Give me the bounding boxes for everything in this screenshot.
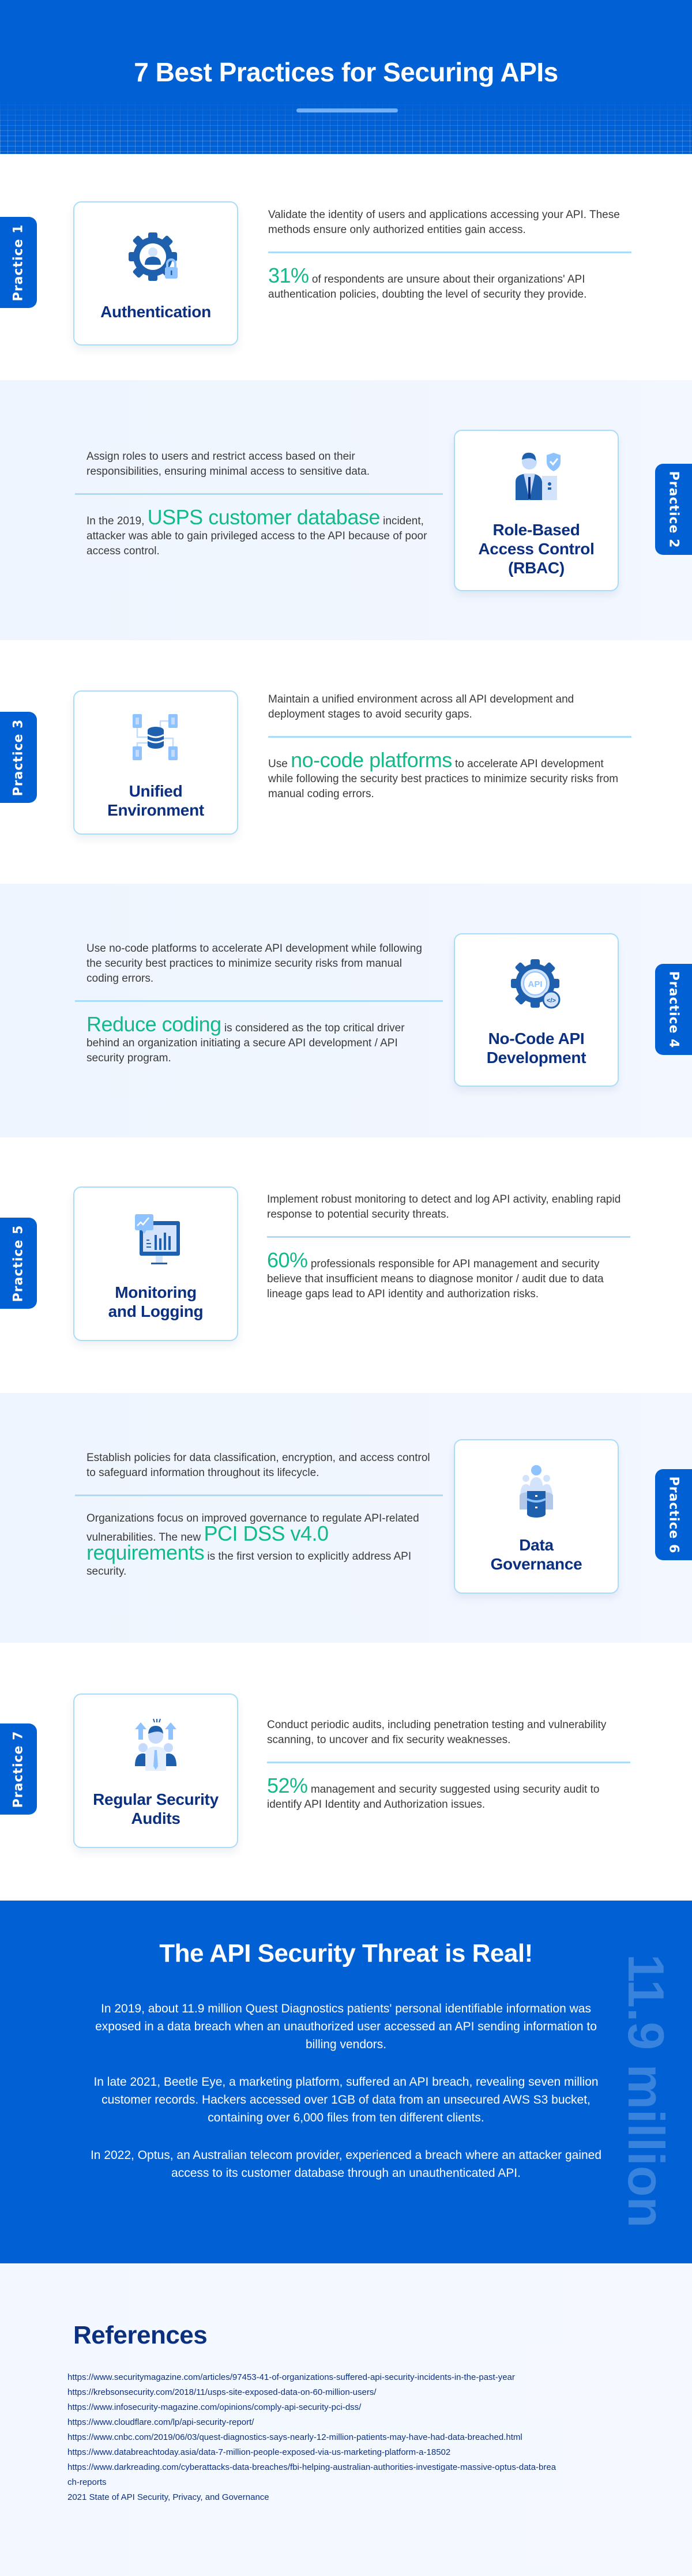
stat-highlight: 60% [267,1248,308,1272]
practice-tab-1: Practice 1 [0,217,37,308]
stat-highlight: USPS customer database [147,505,381,529]
reference-link[interactable]: https://www.infosecurity-magazine.com/op… [67,2400,558,2415]
perspective-grid-decoration [0,99,692,154]
gear-user-lock-icon [124,226,187,290]
practice-text: Validate the identity of users and appli… [268,208,631,302]
api-gear-code-icon: API </> [505,953,568,1016]
practice-stat: Organizations focus on improved governan… [86,1512,419,1578]
practice-tab-3: Practice 3 [0,712,37,803]
practice-title: Data Governance [490,1536,582,1573]
practice-section-5: Practice 5 Monitoring and Logging Implem… [0,1137,692,1393]
practice-description: Maintain a unified environment across al… [268,693,574,720]
threat-title: The API Security Threat is Real! [159,1939,533,1967]
practice-text: Use no-code platforms to accelerate API … [75,941,443,1066]
svg-text:</>: </> [547,997,556,1004]
practice-section-2: Practice 2 Role-Based Access Control (RB… [0,380,692,640]
reference-link[interactable]: https://www.cnbc.com/2019/06/03/quest-di… [67,2430,558,2445]
divider [267,1236,630,1238]
practice-title: Unified Environment [107,782,204,819]
database-network-icon [124,705,187,769]
practice-tab-7: Practice 7 [0,1723,37,1815]
practice-description: Establish policies for data classificati… [86,1452,430,1479]
practice-text: Conduct periodic audits, including penet… [267,1718,630,1812]
title-underline [296,108,398,112]
reference-link[interactable]: https://www.securitymagazine.com/article… [67,2370,558,2385]
reference-link[interactable]: https://www.databreachtoday.asia/data-7-… [67,2445,558,2460]
users-database-icon [505,1459,568,1523]
practice-card-monitoring: Monitoring and Logging [73,1186,238,1341]
practice-card-authentication: Authentication [73,201,238,346]
divider [267,1762,630,1763]
practice-text: Maintain a unified environment across al… [268,692,631,802]
stat-highlight: Reduce coding [86,1012,221,1036]
practice-card-rbac: Role-Based Access Control (RBAC) [454,430,619,591]
practice-description: Use no-code platforms to accelerate API … [86,942,422,985]
threat-paragraph: In 2022, Optus, an Australian telecom pr… [90,2149,602,2180]
divider [75,1000,443,1002]
header-banner: 7 Best Practices for Securing APIs [0,0,692,154]
practice-tab-4: Practice 4 [655,964,692,1055]
practice-card-security-audits: Regular Security Audits [73,1693,238,1848]
practice-description: Assign roles to users and restrict acces… [86,450,370,478]
practice-text: Establish policies for data classificati… [75,1451,443,1579]
reference-link[interactable]: https://www.darkreading.com/cyberattacks… [67,2460,558,2490]
page-title: 7 Best Practices for Securing APIs [134,57,558,87]
reference-link[interactable]: https://www.cloudflare.com/lp/api-securi… [67,2415,558,2430]
practice-tab-5: Practice 5 [0,1218,37,1309]
practice-title: Role-Based Access Control (RBAC) [478,520,595,577]
reference-text: 2021 State of API Security, Privacy, and… [67,2492,269,2502]
practice-card-data-governance: Data Governance [454,1439,619,1594]
practice-text: Implement robust monitoring to detect an… [267,1192,630,1302]
practice-section-6: Practice 6 Data Governance Establish pol… [0,1393,692,1643]
practice-stat: In the 2019, USPS customer database inci… [86,505,427,558]
threat-section: 11.9 million The API Security Threat is … [0,1901,692,2263]
practice-text: Assign roles to users and restrict acces… [75,449,443,559]
divider [75,493,443,495]
practice-section-4: Practice 4 API </> No-Code API Developme… [0,884,692,1137]
svg-text:API: API [528,979,542,989]
threat-paragraph: In late 2021, Beetle Eye, a marketing pl… [93,2075,599,2124]
practice-description: Implement robust monitoring to detect an… [267,1193,621,1221]
practice-description: Conduct periodic audits, including penet… [267,1719,607,1746]
references-title: References [73,2321,208,2349]
threat-paragraphs: In 2019, about 11.9 million Quest Diagno… [86,2000,606,2202]
practice-title: Authentication [100,302,211,321]
practice-card-no-code: API </> No-Code API Development [454,933,619,1087]
practice-card-unified-environment: Unified Environment [73,690,238,835]
stat-highlight: 52% [267,1774,308,1797]
user-shield-icon [505,444,568,508]
practice-title: Regular Security Audits [93,1790,219,1827]
references-list: https://www.securitymagazine.com/article… [67,2370,558,2505]
divider [268,251,631,253]
practice-title: Monitoring and Logging [108,1283,204,1320]
references-section: References https://www.securitymagazine.… [0,2263,692,2576]
monitor-chart-icon [124,1207,187,1270]
practice-stat: Use no-code platforms to accelerate API … [268,748,619,801]
practice-stat: 60% professionals responsible for API ma… [267,1248,604,1301]
divider [75,1494,443,1496]
practice-title: No-Code API Development [486,1030,586,1067]
practice-section-3: Practice 3 Unified Environment Maintain … [0,640,692,884]
watermark-stat: 11.9 million [618,1954,675,2228]
reference-link[interactable]: https://krebsonsecurity.com/2018/11/usps… [67,2385,558,2400]
practice-description: Validate the identity of users and appli… [268,209,620,236]
threat-paragraph: In 2019, about 11.9 million Quest Diagno… [95,2002,597,2051]
stat-highlight: 31% [268,264,309,287]
practice-section-7: Practice 7 Regular Security Audits Condu… [0,1643,692,1901]
practice-tab-2: Practice 2 [655,464,692,555]
practice-tab-6: Practice 6 [655,1469,692,1560]
divider [268,736,631,738]
practice-stat: 52% management and security suggested us… [267,1774,600,1811]
stat-highlight: no-code platforms [291,748,452,772]
team-audit-icon [124,1714,187,1777]
practice-stat: Reduce coding is considered as the top c… [86,1012,405,1065]
practice-stat: 31% of respondents are unsure about thei… [268,264,587,301]
practice-section-1: Practice 1 Authentication Validate the i… [0,154,692,380]
